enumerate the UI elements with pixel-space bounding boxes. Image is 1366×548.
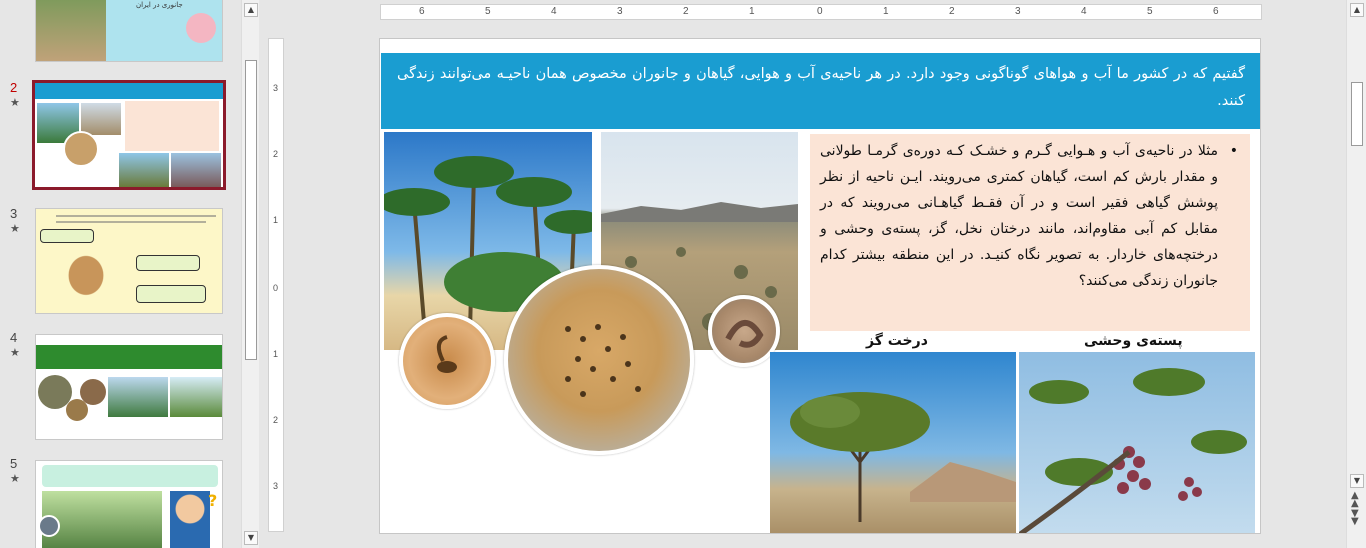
thumb-textbox: [125, 101, 219, 151]
thumb-textbox: [42, 465, 218, 487]
desert-image: [81, 103, 121, 135]
ruler-tick-label: 2: [273, 149, 279, 159]
meadow-image: [170, 377, 222, 417]
thumb-text-line: [56, 221, 206, 223]
slide-thumbnail-2[interactable]: [32, 80, 226, 190]
transition-star-icon: ★: [10, 346, 20, 359]
animal-circle: [38, 515, 60, 537]
ruler-tick-label: 3: [273, 83, 279, 93]
thumb-title: جانوری در ایران: [136, 1, 183, 9]
slide-thumbnail-5[interactable]: ?: [35, 460, 223, 548]
speech-bubble: [136, 285, 206, 303]
ruler-tick-label: 3: [617, 6, 623, 17]
next-slide-icon[interactable]: ▼ ▼: [1351, 509, 1359, 527]
ruler-tick-label: 4: [551, 6, 557, 17]
previous-slide-icon[interactable]: ▲ ▲: [1351, 491, 1359, 509]
landscape-image: [36, 0, 106, 61]
ruler-tick-label: 2: [273, 415, 279, 425]
thumb-banner: [36, 345, 222, 369]
speech-bubble: [40, 229, 94, 243]
thumb-banner: [35, 83, 223, 99]
ruler-tick-label: 5: [1147, 6, 1153, 17]
ruler-tick-label: 5: [485, 6, 491, 17]
gaz-tree-image[interactable]: [770, 352, 1016, 533]
slide-number-3: 3: [10, 206, 18, 221]
ruler-tick-label: 2: [683, 6, 689, 17]
slide-thumbnail-1[interactable]: جانوری در ایران: [35, 0, 223, 62]
powerpoint-editor: جانوری در ایران 2 ★ 3 ★ 4 ★ 5 ★ ? ▲ ▼ 6 …: [0, 0, 1366, 548]
body-text: مثلا در ناحیه‌ی آب و هـوایی گـرم و خشـک …: [820, 143, 1218, 289]
ruler-tick-label: 1: [273, 349, 279, 359]
gaz-image: [119, 153, 169, 187]
intro-banner[interactable]: گفتیم که در کشور ما آب و هواهای گوناگونی…: [381, 53, 1260, 129]
cheetah-circle: [63, 131, 99, 167]
forest-image: [108, 377, 168, 417]
slide-number-2: 2: [10, 80, 18, 95]
bullet-icon: •: [1229, 143, 1238, 159]
transition-star-icon: ★: [10, 472, 20, 485]
slide-number-5: 5: [10, 456, 18, 471]
ruler-tick-label: 0: [273, 283, 279, 293]
slide-thumbnail-3[interactable]: [35, 208, 223, 314]
thumb-text-line: [56, 215, 216, 217]
slide-thumbnail-panel: جانوری در ایران 2 ★ 3 ★ 4 ★ 5 ★ ?: [0, 0, 240, 548]
character-image: [186, 13, 216, 43]
wild-pistachio-image[interactable]: [1019, 352, 1255, 533]
thumbnail-scrollbar[interactable]: ▲ ▼: [241, 0, 259, 548]
transition-star-icon: ★: [10, 222, 20, 235]
body-textbox[interactable]: • مثلا در ناحیه‌ی آب و هـوایی گـرم و خشـ…: [810, 134, 1250, 331]
speech-bubble: [136, 255, 200, 271]
ruler-tick-label: 6: [1213, 6, 1219, 17]
ruler-tick-label: 0: [817, 6, 823, 17]
ruler-tick-label: 1: [883, 6, 889, 17]
ruler-tick-label: 1: [273, 215, 279, 225]
scrollbar-handle[interactable]: [1351, 82, 1363, 146]
ruler-tick-label: 3: [273, 481, 279, 491]
forest-image: [42, 491, 162, 548]
animal-circle: [66, 399, 88, 421]
cheetah-image[interactable]: [504, 265, 694, 455]
pistachio-image: [171, 153, 221, 187]
camel-image: [56, 253, 116, 309]
slide-canvas[interactable]: گفتیم که در کشور ما آب و هواهای گوناگونی…: [379, 38, 1261, 534]
ruler-tick-label: 6: [419, 6, 425, 17]
slide-scrollbar[interactable]: ▲ ▼ ▲ ▲ ▼ ▼: [1346, 0, 1366, 548]
boy-image: [170, 491, 210, 548]
scorpion-image[interactable]: [399, 313, 495, 409]
scroll-down-arrow-icon[interactable]: ▼: [244, 531, 258, 545]
gaz-tree-caption: درخت گز: [866, 333, 928, 349]
wild-pistachio-caption: پسته‌ی وحشی: [1084, 333, 1183, 349]
ruler-tick-label: 1: [749, 6, 755, 17]
slide-thumbnail-4[interactable]: [35, 334, 223, 440]
scroll-up-arrow-icon[interactable]: ▲: [1350, 3, 1364, 17]
ruler-tick-label: 4: [1081, 6, 1087, 17]
scroll-up-arrow-icon[interactable]: ▲: [244, 3, 258, 17]
question-mark-icon: ?: [208, 491, 218, 510]
transition-star-icon: ★: [10, 96, 20, 109]
scrollbar-handle[interactable]: [245, 60, 257, 360]
horizontal-ruler[interactable]: 6 5 4 3 2 1 0 1 2 3 4 5 6: [380, 4, 1262, 20]
vertical-ruler[interactable]: 3 2 1 0 1 2 3: [268, 38, 284, 532]
scroll-down-arrow-icon[interactable]: ▼: [1350, 474, 1364, 488]
ruler-tick-label: 2: [949, 6, 955, 17]
ruler-tick-label: 3: [1015, 6, 1021, 17]
slide-number-4: 4: [10, 330, 18, 345]
